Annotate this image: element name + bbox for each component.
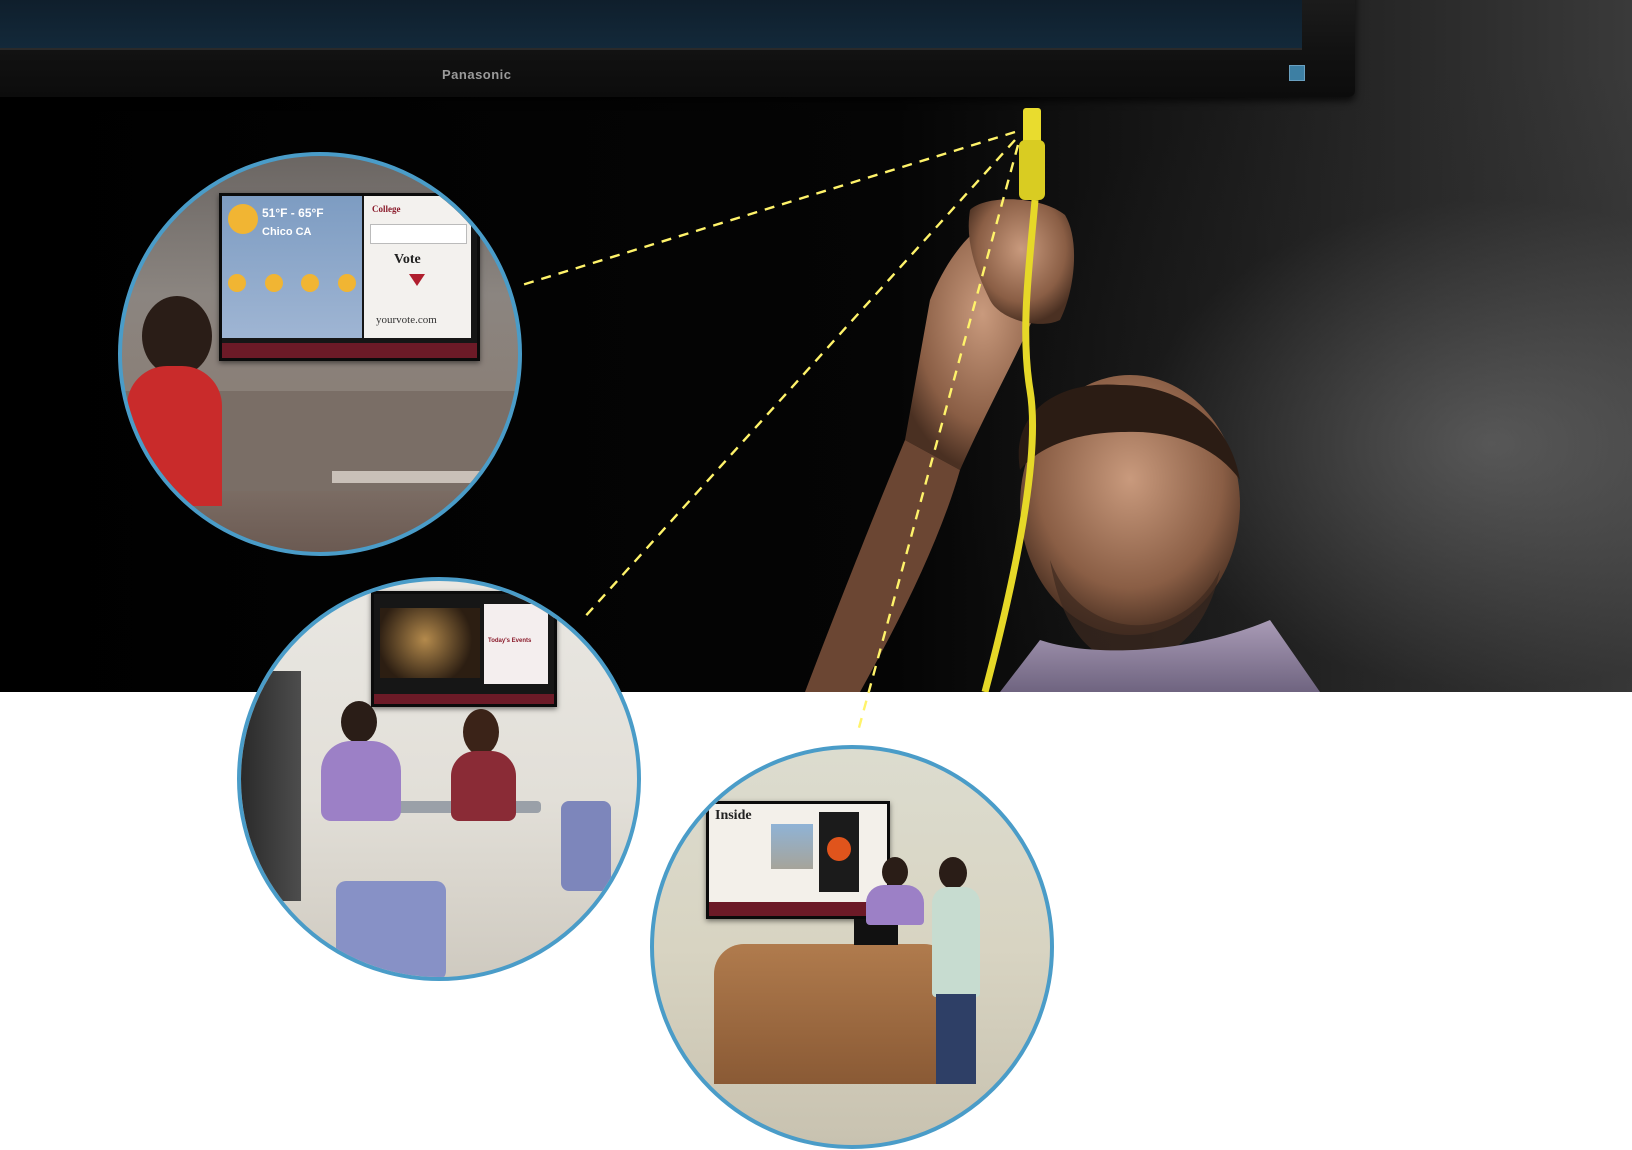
chair bbox=[336, 881, 446, 977]
weather-city: Chico CA bbox=[262, 226, 312, 238]
woman-red-top bbox=[127, 366, 222, 506]
receptionist-head bbox=[882, 857, 908, 887]
poster-burst-icon bbox=[827, 837, 851, 861]
scene-cafeteria-display: Today's Events bbox=[237, 577, 641, 981]
reception-desk bbox=[714, 944, 954, 1084]
events-ticker bbox=[374, 694, 554, 704]
receptionist-purple-shirt bbox=[866, 885, 924, 925]
sponsor-box bbox=[370, 224, 467, 244]
forecast-sun-icon bbox=[301, 274, 320, 292]
forecast-sun-icon bbox=[228, 274, 246, 292]
events-heading: Today's Events bbox=[488, 638, 532, 644]
event-poster bbox=[819, 812, 859, 892]
counter bbox=[332, 471, 518, 483]
college-label: College bbox=[372, 204, 401, 214]
sun-icon bbox=[228, 204, 258, 234]
inside-heading: Inside bbox=[715, 808, 752, 823]
forecast-row bbox=[228, 274, 356, 302]
vote-heading: Vote bbox=[394, 252, 421, 267]
chair bbox=[561, 801, 611, 891]
vote-url: yourvote.com bbox=[376, 314, 437, 326]
news-ticker bbox=[222, 343, 477, 358]
vote-panel: College Vote yourvote.com bbox=[364, 196, 471, 338]
weather-panel: 51°F - 65°F Chico CA bbox=[222, 196, 362, 338]
building-photo bbox=[771, 824, 813, 869]
forecast-sun-icon bbox=[337, 274, 356, 292]
woman-maroon-top bbox=[451, 751, 516, 821]
student-shirt bbox=[932, 887, 980, 997]
inside-signage-screen: Inside bbox=[706, 801, 890, 919]
woman-head bbox=[463, 709, 499, 755]
man-head bbox=[341, 701, 377, 743]
student-head bbox=[939, 857, 967, 889]
lower-arm bbox=[805, 440, 960, 692]
forecast-sun-icon bbox=[264, 274, 283, 292]
scene-reception-display: Inside bbox=[650, 745, 1054, 1149]
weather-temperature: 51°F - 65°F bbox=[262, 206, 324, 220]
woman-head bbox=[142, 296, 212, 376]
inside-ticker bbox=[709, 902, 887, 916]
weather-signage-screen: 51°F - 65°F Chico CA College Vote yourvo… bbox=[219, 193, 480, 361]
events-signage-screen: Today's Events bbox=[371, 591, 557, 707]
vending-machine bbox=[241, 671, 301, 901]
man-purple-shirt bbox=[321, 741, 401, 821]
events-panel: Today's Events bbox=[484, 604, 548, 684]
vote-arrow-icon bbox=[409, 274, 425, 286]
video-panel bbox=[380, 608, 480, 678]
scene-lobby-weather-display: 51°F - 65°F Chico CA College Vote yourvo… bbox=[118, 152, 522, 556]
student-jeans bbox=[936, 994, 976, 1084]
cable-connector bbox=[1023, 108, 1041, 143]
